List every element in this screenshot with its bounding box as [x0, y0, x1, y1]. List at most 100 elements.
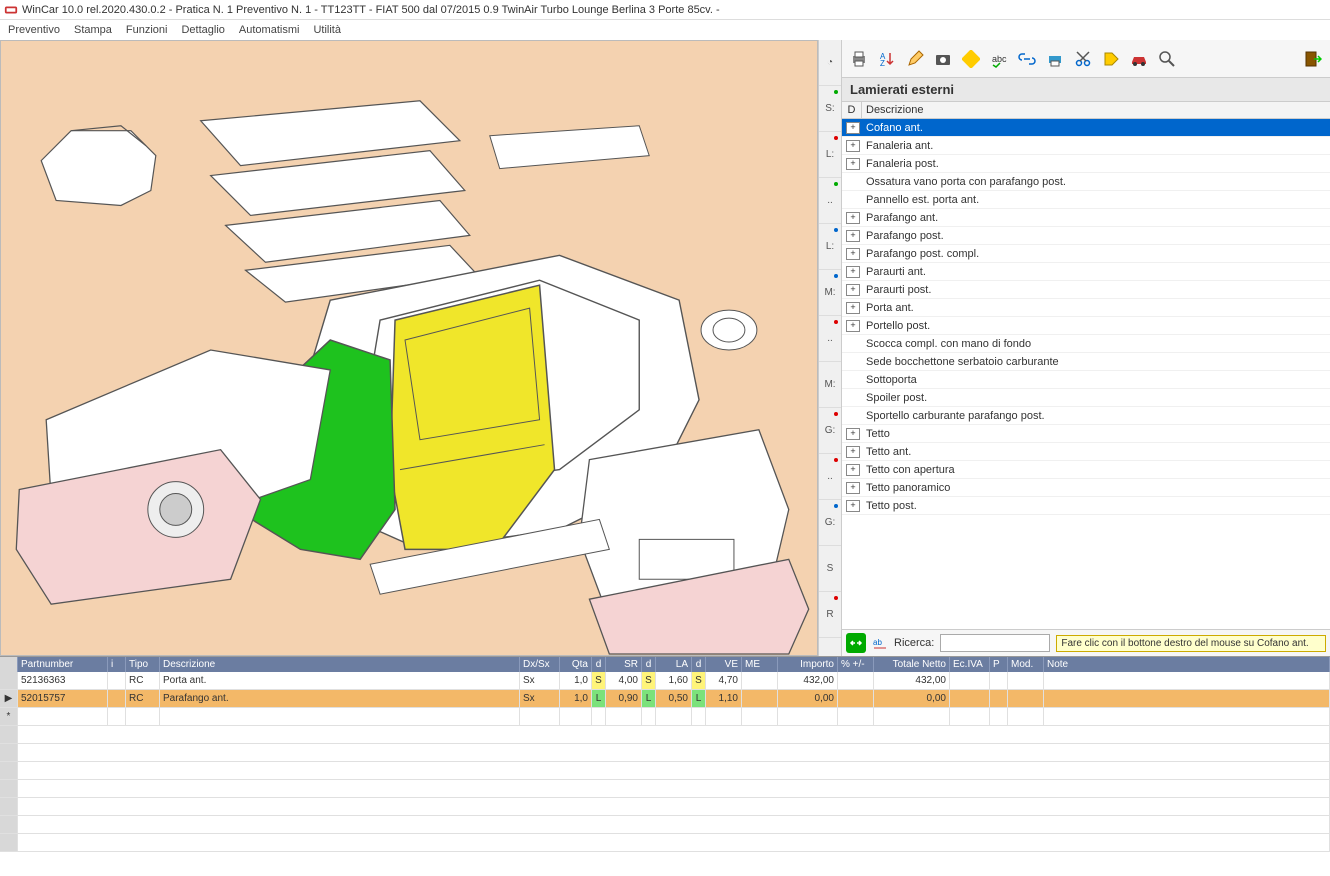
expand-icon[interactable]: +: [846, 158, 860, 170]
col-qta[interactable]: Qta: [560, 657, 592, 672]
col-pct[interactable]: % +/-: [838, 657, 874, 672]
tree-row[interactable]: Scocca compl. con mano di fondo: [842, 335, 1330, 353]
expand-icon[interactable]: +: [846, 428, 860, 440]
col-note[interactable]: Note: [1044, 657, 1330, 672]
link-icon[interactable]: [1014, 46, 1040, 72]
side-tab-12[interactable]: R: [819, 592, 841, 638]
expand-icon[interactable]: +: [846, 284, 860, 296]
col-d1[interactable]: d: [592, 657, 606, 672]
refresh-icon[interactable]: [846, 633, 866, 653]
col-p[interactable]: P: [990, 657, 1008, 672]
side-tab-3[interactable]: ..: [819, 178, 841, 224]
expand-icon[interactable]: +: [846, 446, 860, 458]
expand-icon[interactable]: +: [846, 266, 860, 278]
tree-row[interactable]: +Tetto post.: [842, 497, 1330, 515]
col-totale-netto[interactable]: Totale Netto: [874, 657, 950, 672]
tree-row[interactable]: Sportello carburante parafango post.: [842, 407, 1330, 425]
menu-dettaglio[interactable]: Dettaglio: [181, 24, 224, 36]
parts-tree[interactable]: +Cofano ant.+Fanaleria ant.+Fanaleria po…: [842, 119, 1330, 629]
expand-icon[interactable]: +: [846, 482, 860, 494]
car-icon[interactable]: [1126, 46, 1152, 72]
menu-stampa[interactable]: Stampa: [74, 24, 112, 36]
col-d2[interactable]: d: [642, 657, 656, 672]
tree-row[interactable]: +Tetto con apertura: [842, 461, 1330, 479]
expand-icon[interactable]: +: [846, 464, 860, 476]
exit-icon[interactable]: [1300, 46, 1326, 72]
spell-icon[interactable]: abc: [986, 46, 1012, 72]
tree-row[interactable]: +Paraurti ant.: [842, 263, 1330, 281]
search-input[interactable]: [940, 634, 1050, 652]
car-diagram[interactable]: [0, 40, 818, 656]
tag-icon[interactable]: [1098, 46, 1124, 72]
col-descrizione[interactable]: Descrizione: [160, 657, 520, 672]
col-i[interactable]: i: [108, 657, 126, 672]
side-tab-7[interactable]: M:: [819, 362, 841, 408]
menu-preventivo[interactable]: Preventivo: [8, 24, 60, 36]
col-ve[interactable]: VE: [706, 657, 742, 672]
side-tab-8[interactable]: G:: [819, 408, 841, 454]
col-eciva[interactable]: Ec.IVA: [950, 657, 990, 672]
side-tab-11[interactable]: S: [819, 546, 841, 592]
side-tab-4[interactable]: L:: [819, 224, 841, 270]
col-partnumber[interactable]: Partnumber: [18, 657, 108, 672]
side-tab-10[interactable]: G:: [819, 500, 841, 546]
tree-row[interactable]: +Porta ant.: [842, 299, 1330, 317]
tree-row[interactable]: +Cofano ant.: [842, 119, 1330, 137]
expand-icon: [846, 374, 860, 386]
side-tab-9[interactable]: ..: [819, 454, 841, 500]
svg-text:Z: Z: [880, 59, 885, 68]
tree-row[interactable]: +Parafango post.: [842, 227, 1330, 245]
zoom-icon[interactable]: [1154, 46, 1180, 72]
expand-icon[interactable]: +: [846, 122, 860, 134]
tree-row[interactable]: +Fanaleria ant.: [842, 137, 1330, 155]
grid-body[interactable]: 52136363RCPorta ant.Sx1,0S4,00S1,60S4,70…: [0, 672, 1330, 852]
col-la[interactable]: LA: [656, 657, 692, 672]
expand-icon[interactable]: +: [846, 212, 860, 224]
expand-icon[interactable]: +: [846, 230, 860, 242]
tree-row[interactable]: Sottoporta: [842, 371, 1330, 389]
tree-row[interactable]: +Tetto ant.: [842, 443, 1330, 461]
tree-row[interactable]: + Parafango ant.: [842, 209, 1330, 227]
sort-icon[interactable]: AZ: [874, 46, 900, 72]
tree-row[interactable]: Sede bocchettone serbatoio carburante: [842, 353, 1330, 371]
col-d3[interactable]: d: [692, 657, 706, 672]
tree-row[interactable]: +Parafango post. compl.: [842, 245, 1330, 263]
warning-icon[interactable]: [958, 46, 984, 72]
side-tab-5[interactable]: M:: [819, 270, 841, 316]
table-row-new[interactable]: *: [0, 708, 1330, 726]
col-me[interactable]: ME: [742, 657, 778, 672]
tree-row[interactable]: +Portello post.: [842, 317, 1330, 335]
col-importo[interactable]: Importo: [778, 657, 838, 672]
scissors-icon[interactable]: [1070, 46, 1096, 72]
col-tipo[interactable]: Tipo: [126, 657, 160, 672]
expand-icon[interactable]: +: [846, 248, 860, 260]
expand-icon[interactable]: +: [846, 302, 860, 314]
col-mod[interactable]: Mod.: [1008, 657, 1044, 672]
side-tab-6[interactable]: ..: [819, 316, 841, 362]
expand-icon[interactable]: +: [846, 140, 860, 152]
tree-row[interactable]: Spoiler post.: [842, 389, 1330, 407]
table-row[interactable]: ▶52015757RCParafango ant.Sx1,0L0,90L0,50…: [0, 690, 1330, 708]
side-tab-2[interactable]: L:: [819, 132, 841, 178]
tree-row[interactable]: +Tetto panoramico: [842, 479, 1330, 497]
tree-row[interactable]: +Tetto: [842, 425, 1330, 443]
print-icon[interactable]: [846, 46, 872, 72]
tree-row[interactable]: Ossatura vano porta con parafango post.: [842, 173, 1330, 191]
expand-icon[interactable]: +: [846, 500, 860, 512]
col-sr[interactable]: SR: [606, 657, 642, 672]
menu-utilita[interactable]: Utilità: [313, 24, 341, 36]
tree-row[interactable]: +Paraurti post.: [842, 281, 1330, 299]
tree-row[interactable]: Pannello est. porta ant.: [842, 191, 1330, 209]
col-dxsx[interactable]: Dx/Sx: [520, 657, 560, 672]
printer2-icon[interactable]: [1042, 46, 1068, 72]
camera-icon[interactable]: [930, 46, 956, 72]
tree-row[interactable]: +Fanaleria post.: [842, 155, 1330, 173]
expand-icon[interactable]: +: [846, 320, 860, 332]
menu-funzioni[interactable]: Funzioni: [126, 24, 168, 36]
side-tab-0[interactable]: ◔: [819, 40, 841, 86]
menu-automatismi[interactable]: Automatismi: [239, 24, 300, 36]
pencil-icon[interactable]: [902, 46, 928, 72]
tree-item-label: Parafango ant.: [866, 212, 938, 224]
side-tab-1[interactable]: S:: [819, 86, 841, 132]
table-row[interactable]: 52136363RCPorta ant.Sx1,0S4,00S1,60S4,70…: [0, 672, 1330, 690]
